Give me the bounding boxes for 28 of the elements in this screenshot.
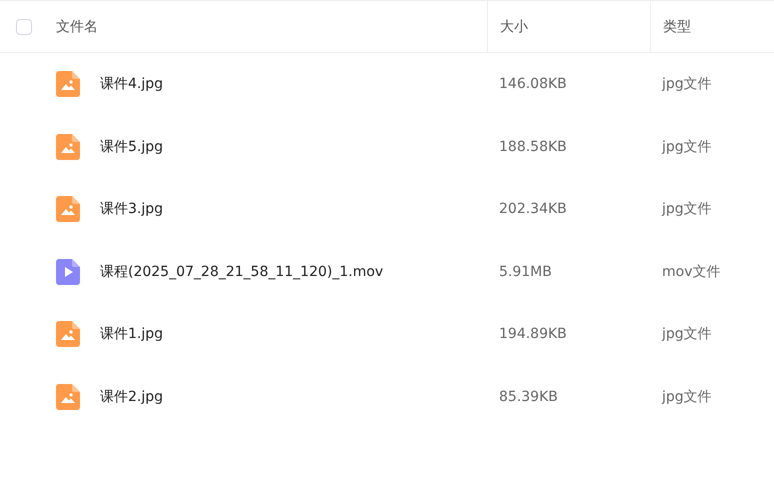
file-size: 85.39KB — [499, 388, 558, 405]
select-all-checkbox[interactable] — [16, 18, 32, 34]
file-type: mov文件 — [662, 262, 720, 281]
video-file-icon — [56, 258, 80, 285]
image-file-icon — [56, 134, 80, 160]
file-type: jpg文件 — [662, 75, 712, 94]
file-type: jpg文件 — [662, 388, 712, 406]
file-size: 146.08KB — [499, 76, 567, 92]
column-header[interactable]: 文件名 — [56, 18, 98, 36]
file-name[interactable]: 课件3.jpg — [100, 200, 164, 218]
file-size: 202.34KB — [499, 201, 567, 218]
file-name[interactable]: 课件5.jpg — [100, 138, 164, 156]
column-header[interactable]: 大小 — [500, 18, 528, 36]
file-name[interactable]: 课程(2025_07_28_21_58_11_120)_1.mov — [100, 262, 384, 281]
column-header[interactable]: 类型 — [663, 18, 691, 36]
file-name[interactable]: 课件2.jpg — [100, 388, 164, 406]
image-file-icon — [56, 384, 80, 410]
file-name[interactable]: 课件1.jpg — [100, 325, 164, 344]
image-file-icon — [56, 196, 80, 222]
file-type: jpg文件 — [662, 200, 712, 218]
file-size: 188.58KB — [499, 138, 567, 155]
file-type: jpg文件 — [662, 325, 712, 344]
image-file-icon — [56, 71, 80, 98]
file-size: 5.91MB — [499, 264, 552, 280]
image-file-icon — [56, 321, 80, 348]
file-type: jpg文件 — [662, 138, 712, 156]
file-size: 194.89KB — [499, 326, 567, 342]
file-name[interactable]: 课件4.jpg — [100, 75, 164, 94]
